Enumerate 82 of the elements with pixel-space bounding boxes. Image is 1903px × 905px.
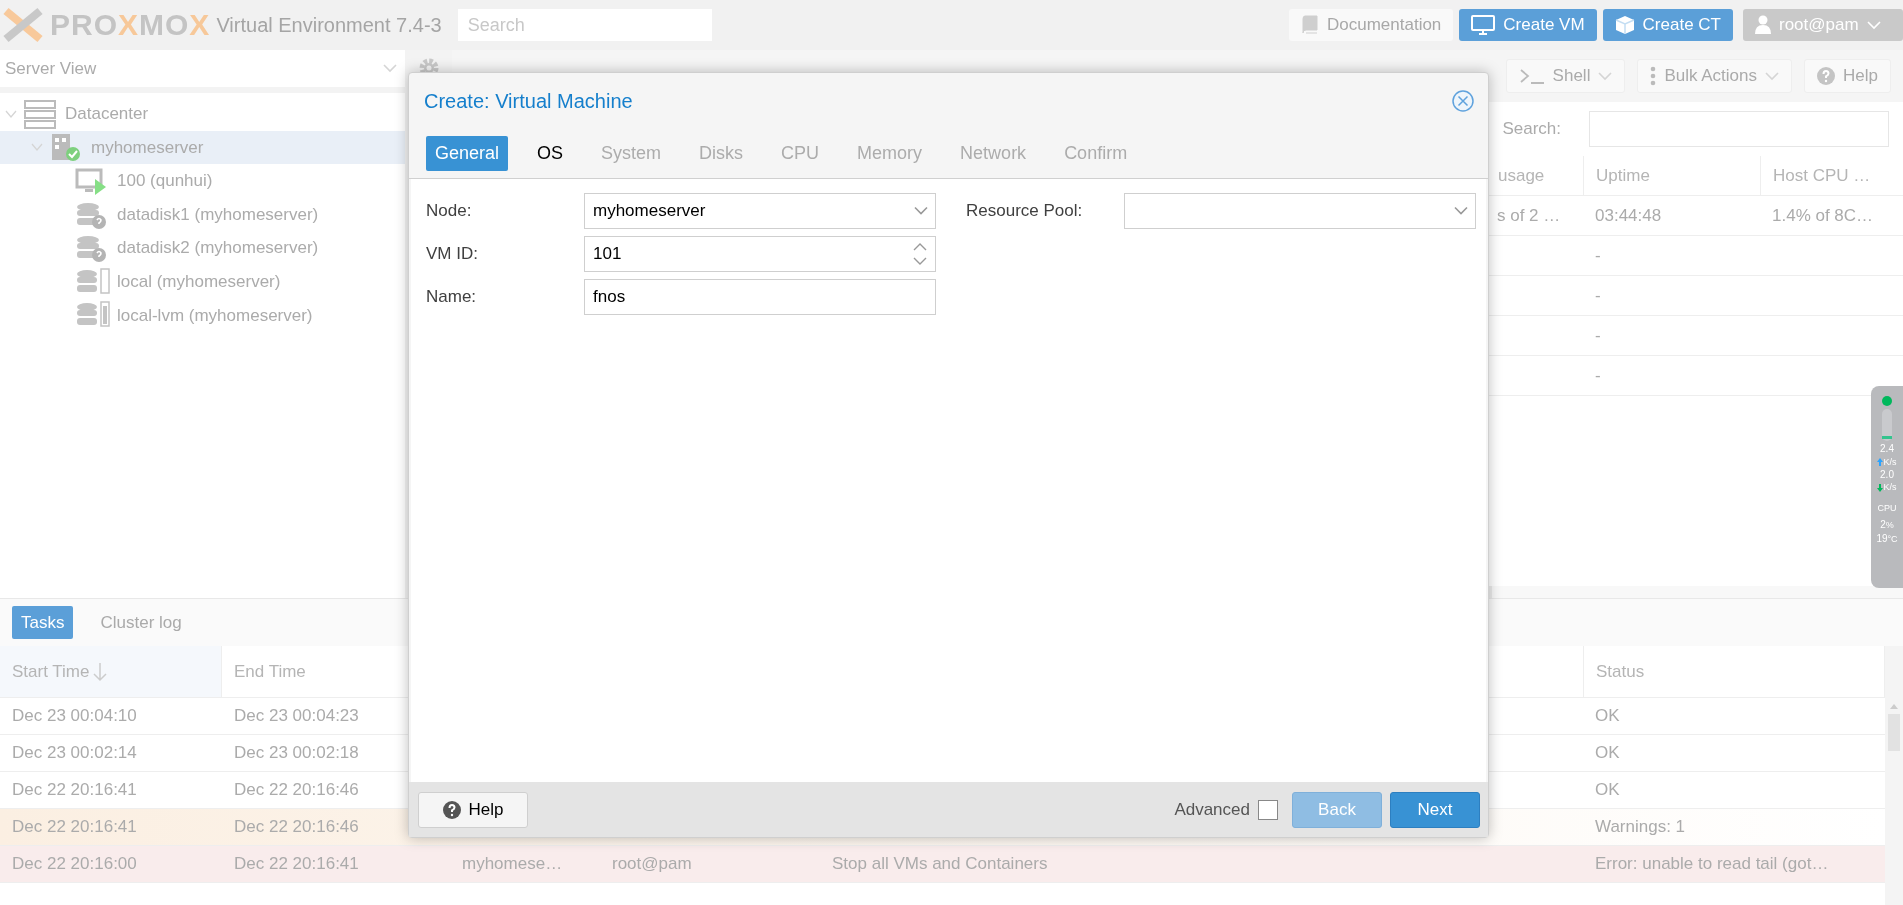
- sort-arrow-icon: [93, 661, 108, 682]
- help-button[interactable]: Help: [418, 791, 528, 828]
- input-field[interactable]: fnos: [584, 279, 936, 315]
- search-label: Search:: [1502, 118, 1561, 141]
- temperature-value: 19: [1876, 533, 1888, 545]
- temperature-unit: °C: [1887, 534, 1898, 545]
- table-cell: Stop all VMs and Containers: [820, 846, 1583, 883]
- terminal-icon: [1518, 68, 1545, 84]
- up-arrow-icon: [1877, 458, 1884, 467]
- gauge-icon: [1882, 409, 1892, 441]
- field-label: Resource Pool:: [966, 200, 1084, 223]
- header-button[interactable]: Create VM: [1459, 9, 1597, 41]
- dropdown-field[interactable]: myhomeserver: [584, 193, 936, 229]
- toolbar-button[interactable]: Shell: [1505, 59, 1626, 93]
- scroll-up-arrow-icon[interactable]: [1889, 702, 1899, 710]
- field-label: VM ID:: [426, 243, 479, 266]
- chevron-down-icon[interactable]: [914, 206, 928, 216]
- next-button[interactable]: Next: [1390, 791, 1480, 828]
- tree-item[interactable]: local (myhomeserver): [0, 264, 405, 299]
- book-icon: [1301, 15, 1319, 35]
- toolbar-button[interactable]: Help: [1804, 59, 1891, 93]
- monitor-icon: [1471, 15, 1496, 35]
- chevron-down-icon[interactable]: [383, 64, 397, 73]
- status-dot-icon: [1882, 396, 1892, 406]
- server-rack-icon: [23, 98, 59, 129]
- spinner-arrows-icon[interactable]: [912, 241, 928, 267]
- number-field[interactable]: 101: [584, 236, 936, 272]
- help-icon: [442, 800, 461, 819]
- tree-item[interactable]: Datacenter: [0, 97, 405, 131]
- field-label: Node:: [426, 200, 473, 223]
- table-cell: 1.4% of 8C…: [1760, 196, 1885, 236]
- table-cell: -: [1583, 236, 1760, 276]
- column-header[interactable]: Start Time: [0, 646, 222, 698]
- database-icon: [75, 266, 111, 297]
- version-text: Virtual Environment 7.4-3: [216, 13, 442, 38]
- tab[interactable]: Cluster log: [91, 605, 191, 640]
- rate-value: 2.0: [1880, 469, 1894, 481]
- cpu-unit: %: [1885, 521, 1894, 531]
- down-arrow-icon: [1877, 484, 1884, 493]
- table-cell: Dec 22 20:16:00: [0, 846, 222, 883]
- table-cell: root@pam: [600, 846, 820, 883]
- logo-icon: [2, 7, 44, 43]
- toolbar-button[interactable]: Bulk Actions: [1637, 59, 1793, 93]
- table-cell: 03:44:48: [1583, 196, 1760, 236]
- chevron-down-icon[interactable]: [1765, 71, 1780, 81]
- advanced-checkbox[interactable]: [1258, 799, 1278, 820]
- rate-unit: K/s: [1883, 457, 1897, 467]
- chevron-down-icon[interactable]: [1454, 206, 1468, 216]
- table-cell: -: [1583, 276, 1760, 316]
- tree-item[interactable]: datadisk1 (myhomeserver): [0, 197, 405, 232]
- table-cell: -: [1583, 316, 1760, 356]
- table-cell: myhomese…: [450, 846, 600, 883]
- chevron-down-icon[interactable]: [1598, 71, 1613, 81]
- dialog-title: Create: Virtual Machine: [424, 89, 633, 114]
- table-cell: Dec 22 20:16:41: [222, 846, 450, 883]
- column-header[interactable]: Uptime: [1583, 156, 1760, 196]
- help-icon: [1817, 67, 1836, 85]
- header-button[interactable]: Documentation: [1289, 9, 1454, 41]
- table-cell: -: [1583, 356, 1760, 396]
- more-vertical-icon: [1650, 66, 1657, 86]
- rate-value: 2.4: [1880, 444, 1894, 455]
- scrollbar[interactable]: [1885, 646, 1903, 905]
- cpu-value: 2: [1880, 520, 1886, 531]
- tree-item[interactable]: datadisk2 (myhomeserver): [0, 231, 405, 265]
- rate-unit: K/s: [1883, 483, 1897, 493]
- tree-item[interactable]: 100 (qunhui): [0, 164, 405, 198]
- cpu-label: CPU: [1877, 503, 1897, 514]
- column-header[interactable]: Host CPU …: [1760, 156, 1885, 196]
- tree-item[interactable]: local-lvm (myhomeserver): [0, 298, 405, 333]
- search-field[interactable]: [1589, 111, 1889, 147]
- header-button[interactable]: Create CT: [1602, 9, 1733, 41]
- close-icon[interactable]: [1452, 90, 1474, 112]
- table-row[interactable]: Dec 22 20:16:00 Dec 22 20:16:41 myhomese… root@pam Stop all VMs and Containers Error: unable to read tail (got…: [0, 846, 1885, 883]
- field-label: Name:: [426, 286, 478, 309]
- tree-item[interactable]: myhomeserver: [0, 130, 405, 165]
- checkbox-label: Advanced: [1174, 798, 1250, 821]
- dropdown-field[interactable]: [1124, 193, 1476, 229]
- tab[interactable]: OS: [528, 136, 573, 171]
- tab[interactable]: General: [426, 136, 509, 171]
- tab[interactable]: Tasks: [12, 605, 74, 640]
- person-icon: [1755, 15, 1771, 35]
- cube-icon: [1614, 15, 1635, 35]
